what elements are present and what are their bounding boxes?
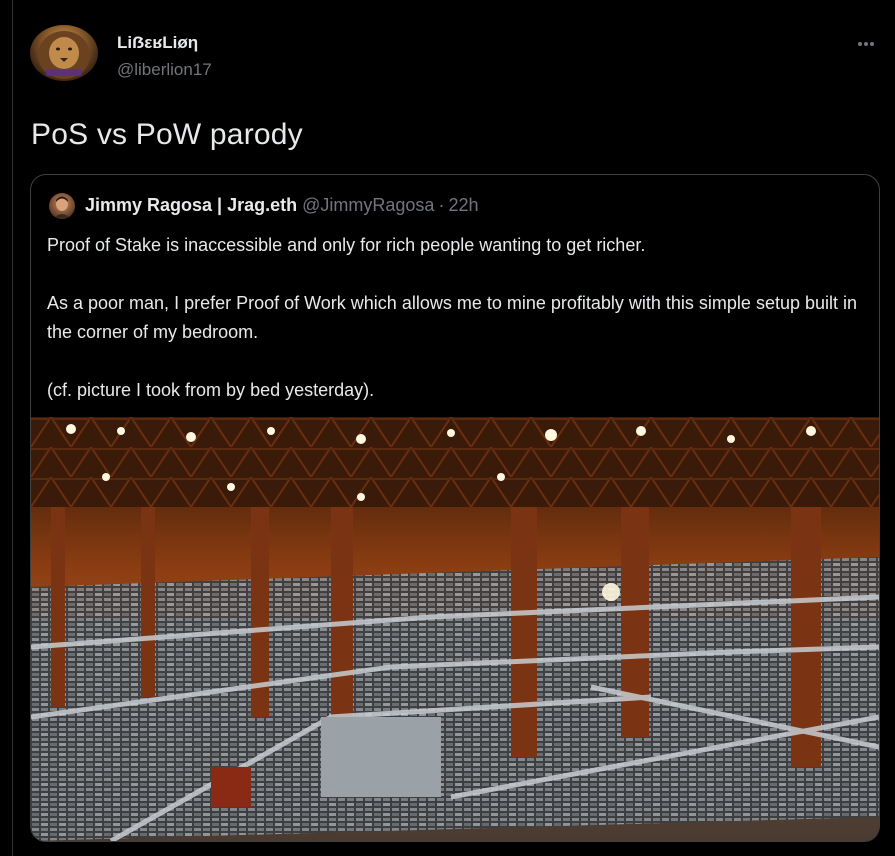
tweet-text: PoS vs PoW parody <box>31 118 303 151</box>
quoted-tweet-time[interactable]: 22h <box>448 195 478 215</box>
person-avatar-icon <box>53 196 71 219</box>
author-display-name[interactable]: LiẞεʁLiøη <box>117 33 198 53</box>
quoted-tweet-card[interactable]: Jimmy Ragosa | Jrag.eth @JimmyRagosa · 22h… <box>30 174 880 842</box>
quoted-tweet-paragraph: As a poor man, I prefer Proof of Work wh… <box>47 293 858 342</box>
quoted-author-handle[interactable]: @JimmyRagosa <box>302 195 434 215</box>
quoted-author-name[interactable]: Jimmy Ragosa | Jrag.eth <box>85 195 297 215</box>
quoted-tweet-body: Proof of Stake is inaccessible and only … <box>47 231 867 405</box>
author-avatar[interactable] <box>30 25 98 81</box>
timeline-divider <box>12 0 13 856</box>
more-horizontal-icon <box>858 42 874 46</box>
quoted-tweet-photo[interactable] <box>31 417 879 841</box>
mining-warehouse-photo-icon <box>31 417 879 841</box>
more-options-button[interactable] <box>852 34 880 54</box>
lion-avatar-icon <box>38 31 90 79</box>
quoted-tweet-header: Jimmy Ragosa | Jrag.eth @JimmyRagosa · 22h <box>85 195 479 216</box>
quoted-tweet-paragraph: (cf. picture I took from by bed yesterda… <box>47 380 375 400</box>
header-separator: · <box>438 195 445 215</box>
author-handle[interactable]: @liberlion17 <box>117 60 212 80</box>
quoted-tweet-paragraph: Proof of Stake is inaccessible and only … <box>47 235 646 255</box>
quoted-author-avatar[interactable] <box>49 193 75 219</box>
